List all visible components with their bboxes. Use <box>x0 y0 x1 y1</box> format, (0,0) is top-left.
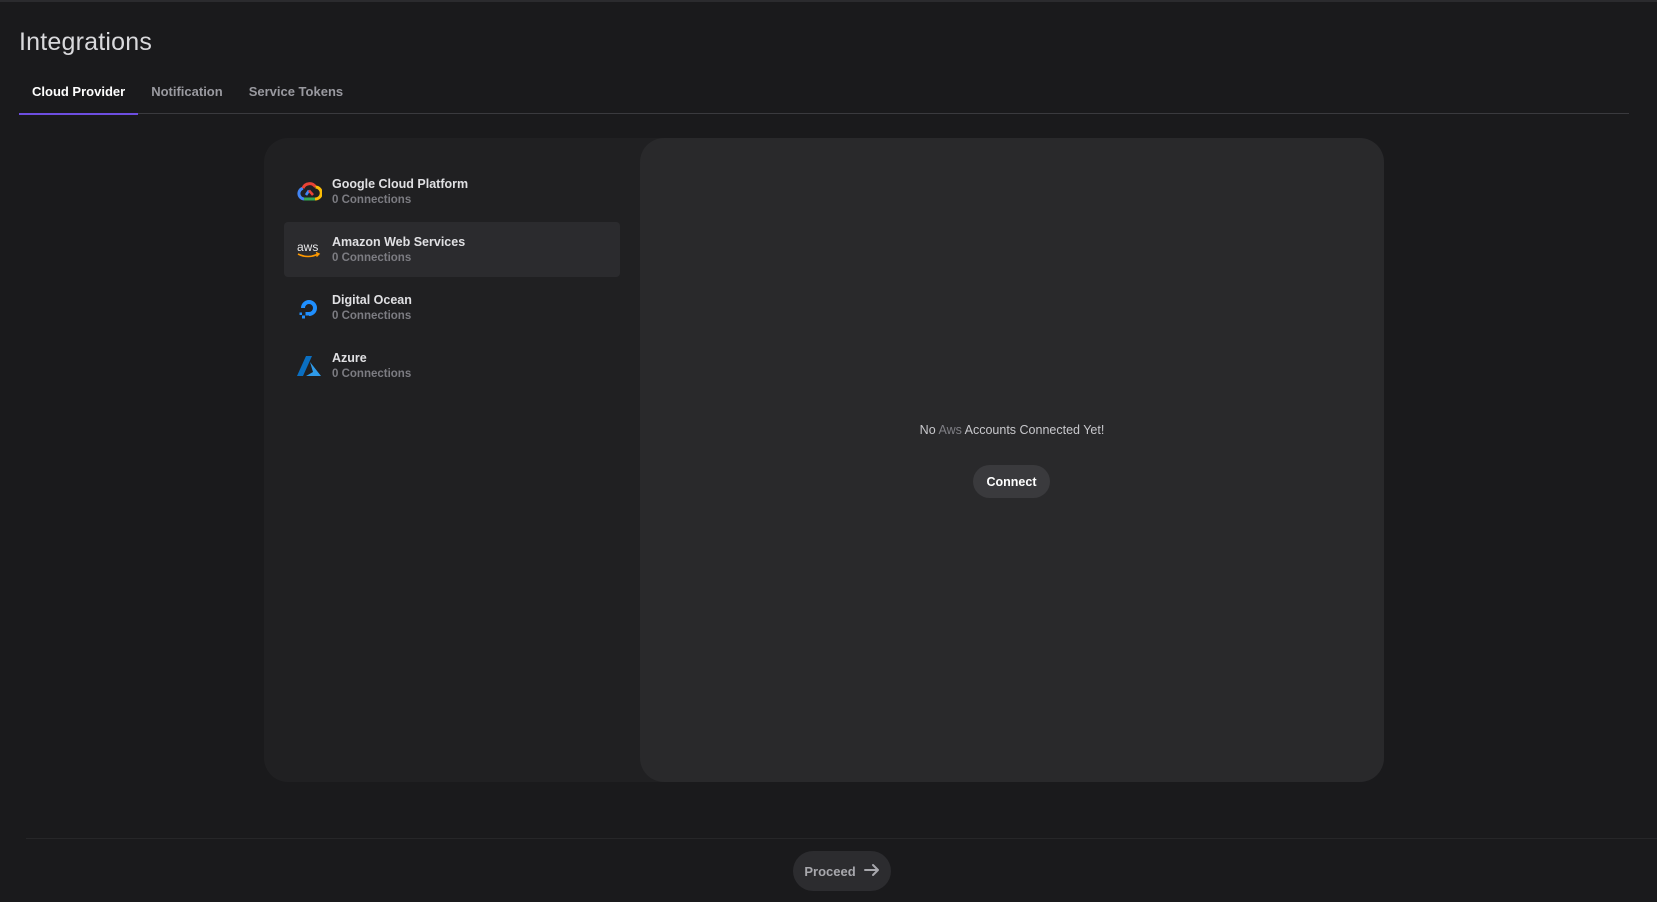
proceed-button[interactable]: Proceed <box>793 851 891 891</box>
provider-name: Google Cloud Platform <box>332 176 469 191</box>
tab-bar: Cloud Provider Notification Service Toke… <box>19 78 1629 115</box>
tab-notification[interactable]: Notification <box>138 78 236 114</box>
empty-message-provider: Aws <box>938 423 962 437</box>
digital-ocean-icon <box>296 295 322 321</box>
empty-message-prefix: No <box>919 423 936 437</box>
provider-item-gcp[interactable]: Google Cloud Platform 0 Connections <box>284 164 620 219</box>
integrations-panel: Google Cloud Platform 0 Connections aws … <box>264 138 1384 782</box>
provider-name: Azure <box>332 350 367 365</box>
empty-message-suffix: Accounts Connected Yet! <box>964 423 1105 437</box>
page-title: Integrations <box>19 28 153 56</box>
provider-connections: 0 Connections <box>332 309 412 322</box>
tab-cloud-provider[interactable]: Cloud Provider <box>19 78 139 115</box>
provider-connections: 0 Connections <box>332 251 412 264</box>
provider-name: Digital Ocean <box>332 292 412 307</box>
azure-icon <box>296 353 322 379</box>
provider-name: Amazon Web Services <box>332 234 466 249</box>
provider-detail-pane: No Aws Accounts Connected Yet! Connect <box>640 138 1384 782</box>
svg-text:aws: aws <box>297 240 318 254</box>
provider-connections: 0 Connections <box>332 193 412 206</box>
provider-item-digital-ocean[interactable]: Digital Ocean 0 Connections <box>284 280 620 335</box>
proceed-label: Proceed <box>804 863 856 879</box>
tab-service-tokens[interactable]: Service Tokens <box>236 78 356 114</box>
provider-item-aws[interactable]: aws Amazon Web Services 0 Connections <box>284 222 620 277</box>
arrow-right-icon <box>863 863 880 880</box>
connect-button[interactable]: Connect <box>973 465 1050 498</box>
provider-connections: 0 Connections <box>332 367 412 380</box>
provider-list: Google Cloud Platform 0 Connections aws … <box>284 164 620 396</box>
footer-divider <box>26 838 1657 839</box>
provider-item-azure[interactable]: Azure 0 Connections <box>284 338 620 393</box>
top-divider <box>0 0 1657 2</box>
aws-icon: aws <box>296 237 322 263</box>
google-cloud-icon <box>296 179 322 205</box>
empty-state-message: No Aws Accounts Connected Yet! <box>640 423 1384 437</box>
